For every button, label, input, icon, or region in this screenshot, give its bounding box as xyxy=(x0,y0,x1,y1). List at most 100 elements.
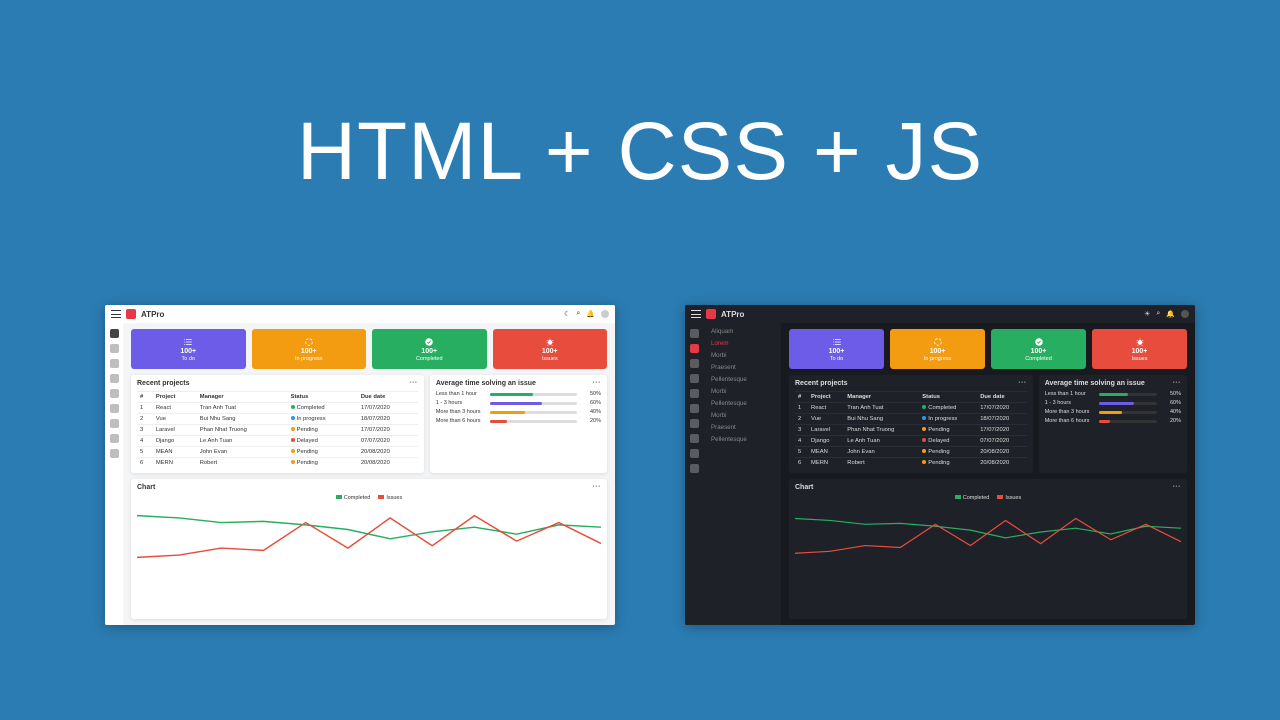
panel-title: Average time solving an issue xyxy=(1045,380,1145,387)
theme-toggle-icon[interactable]: ☀ xyxy=(1144,310,1150,318)
sidebar xyxy=(105,323,123,625)
sidebar-item-label[interactable]: Praesent xyxy=(709,363,775,372)
checklist-icon xyxy=(832,337,842,347)
table-row[interactable]: 5MEANJohn EvanPending20/08/2020 xyxy=(795,447,1027,458)
sidebar-expanded: Aliquam Lorem Morbi Praesent Pellentesque Mor… xyxy=(703,323,781,625)
sidebar-item-label[interactable]: Aliquam xyxy=(709,327,775,336)
card-label: To do xyxy=(182,356,195,362)
table-row[interactable]: 6MERNRobertPending20/08/2020 xyxy=(795,458,1027,469)
card-completed[interactable]: 100+ Completed xyxy=(372,329,487,369)
more-icon[interactable]: ••• xyxy=(593,380,601,387)
logo-icon xyxy=(126,309,136,319)
menu-icon[interactable] xyxy=(691,310,701,318)
card-completed[interactable]: 100+ Completed xyxy=(991,329,1086,369)
card-value: 100+ xyxy=(829,348,845,355)
sidebar-item-label[interactable]: Morbi xyxy=(709,387,775,396)
sidebar-item[interactable] xyxy=(690,464,699,473)
sidebar-item[interactable] xyxy=(690,329,699,338)
sidebar-item-label[interactable]: Morbi xyxy=(709,411,775,420)
line-chart xyxy=(795,503,1181,563)
table-row[interactable]: 3LaravelPhan Nhat TruongPending17/07/202… xyxy=(137,425,418,436)
stat-cards: 100+ To do 100+ In progress 100+ Complet… xyxy=(131,329,607,369)
recent-projects-panel: Recent projects••• #ProjectManagerStatus… xyxy=(789,375,1033,473)
card-todo[interactable]: 100+ To do xyxy=(789,329,884,369)
table-header: Manager xyxy=(844,392,919,403)
dashboard-light-screenshot: ATPro ☾ ⌕ 🔔 100+ To do xyxy=(105,305,615,625)
more-icon[interactable]: ••• xyxy=(410,380,418,387)
card-label: Completed xyxy=(1025,356,1052,362)
sidebar-item[interactable] xyxy=(110,449,119,458)
sidebar-item[interactable] xyxy=(110,389,119,398)
dashboard-dark-screenshot: ATPro ☀ ⌕ 🔔 Aliquam Lorem Morbi Praesent Pel… xyxy=(685,305,1195,625)
table-row[interactable]: 2VueBui Nhu SangIn progress18/07/2020 xyxy=(137,414,418,425)
sidebar-item[interactable] xyxy=(690,419,699,428)
spinner-icon xyxy=(304,337,314,347)
progress-row: 1 - 3 hours60% xyxy=(436,400,601,406)
table-row[interactable]: 2VueBui Nhu SangIn progress18/07/2020 xyxy=(795,414,1027,425)
bell-icon[interactable]: 🔔 xyxy=(1166,310,1175,318)
bell-icon[interactable]: 🔔 xyxy=(586,310,595,318)
sidebar-item[interactable] xyxy=(690,404,699,413)
more-icon[interactable]: ••• xyxy=(1018,380,1026,387)
more-icon[interactable]: ••• xyxy=(1173,380,1181,387)
card-value: 100+ xyxy=(542,348,558,355)
sidebar-item[interactable] xyxy=(110,404,119,413)
theme-toggle-icon[interactable]: ☾ xyxy=(564,310,570,318)
search-icon[interactable]: ⌕ xyxy=(576,310,580,318)
sidebar-item[interactable] xyxy=(690,449,699,458)
card-value: 100+ xyxy=(1132,348,1148,355)
checklist-icon xyxy=(183,337,193,347)
sidebar-item[interactable] xyxy=(110,434,119,443)
sidebar-item[interactable] xyxy=(110,419,119,428)
table-row[interactable]: 4DjangoLe Anh TuanDelayed07/07/2020 xyxy=(795,436,1027,447)
card-issues[interactable]: 100+ Issues xyxy=(1092,329,1187,369)
table-row[interactable]: 1ReactTran Anh TuatCompleted17/07/2020 xyxy=(795,403,1027,414)
more-icon[interactable]: ••• xyxy=(1173,484,1181,491)
sidebar-item[interactable] xyxy=(690,389,699,398)
progress-row: 1 - 3 hours60% xyxy=(1045,400,1181,406)
card-value: 100+ xyxy=(1031,348,1047,355)
spinner-icon xyxy=(933,337,943,347)
avatar[interactable] xyxy=(1181,310,1189,318)
card-label: To do xyxy=(830,356,843,362)
menu-icon[interactable] xyxy=(111,310,121,318)
sidebar-item[interactable] xyxy=(110,374,119,383)
table-row[interactable]: 4DjangoLe Anh TuanDelayed07/07/2020 xyxy=(137,436,418,447)
brand: ATPro xyxy=(721,310,744,319)
card-inprogress[interactable]: 100+ In progress xyxy=(890,329,985,369)
more-icon[interactable]: ••• xyxy=(593,484,601,491)
table-header: Manager xyxy=(197,392,288,403)
card-value: 100+ xyxy=(180,348,196,355)
card-inprogress[interactable]: 100+ In progress xyxy=(252,329,367,369)
sidebar-item-label[interactable]: Morbi xyxy=(709,351,775,360)
sidebar-item-label[interactable]: Pellentesque xyxy=(709,375,775,384)
sidebar-item[interactable] xyxy=(110,344,119,353)
card-value: 100+ xyxy=(301,348,317,355)
card-value: 100+ xyxy=(421,348,437,355)
table-row[interactable]: 5MEANJohn EvanPending20/08/2020 xyxy=(137,447,418,458)
avg-time-panel: Average time solving an issue••• Less th… xyxy=(430,375,607,473)
card-label: In progress xyxy=(924,356,952,362)
sidebar-item[interactable] xyxy=(110,329,119,338)
table-header: # xyxy=(137,392,153,403)
sidebar-item-label[interactable]: Pellentesque xyxy=(709,399,775,408)
avatar[interactable] xyxy=(601,310,609,318)
sidebar-item[interactable] xyxy=(690,359,699,368)
sidebar-item-label[interactable]: Pellentesque xyxy=(709,435,775,444)
sidebar-item[interactable] xyxy=(690,344,699,353)
card-todo[interactable]: 100+ To do xyxy=(131,329,246,369)
table-row[interactable]: 1ReactTran Anh TuatCompleted17/07/2020 xyxy=(137,403,418,414)
sidebar-item[interactable] xyxy=(690,374,699,383)
search-icon[interactable]: ⌕ xyxy=(1156,310,1160,318)
sidebar-item[interactable] xyxy=(110,359,119,368)
sidebar-item[interactable] xyxy=(690,434,699,443)
panel-title: Chart xyxy=(795,484,813,491)
avg-time-panel: Average time solving an issue••• Less th… xyxy=(1039,375,1187,473)
panel-title: Average time solving an issue xyxy=(436,380,536,387)
sidebar-item-label[interactable]: Praesent xyxy=(709,423,775,432)
table-row[interactable]: 6MERNRobertPending20/08/2020 xyxy=(137,458,418,469)
sidebar-item-label[interactable]: Lorem xyxy=(709,339,775,348)
card-issues[interactable]: 100+ Issues xyxy=(493,329,608,369)
table-row[interactable]: 3LaravelPhan Nhat TruongPending17/07/202… xyxy=(795,425,1027,436)
headline: HTML + CSS + JS xyxy=(0,105,1280,199)
